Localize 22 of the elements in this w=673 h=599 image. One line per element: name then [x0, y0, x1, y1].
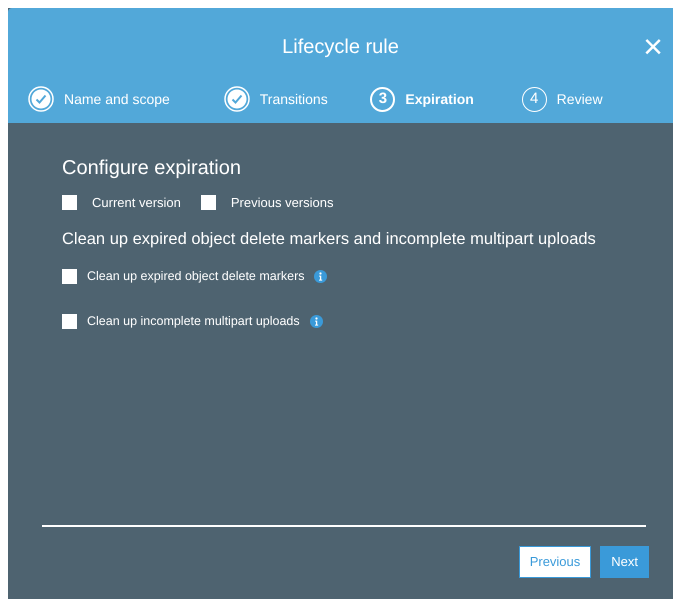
info-icon[interactable]	[314, 270, 328, 284]
checkbox-label: Current version	[92, 194, 181, 212]
next-button[interactable]: Next	[600, 546, 649, 578]
checkbox-label: Clean up incomplete multipart uploads	[87, 313, 300, 330]
step-number: 3	[370, 86, 396, 112]
dialog-title: Lifecycle rule	[282, 35, 399, 60]
info-icon[interactable]	[310, 314, 323, 328]
section-subtitle: Clean up expired object delete markers and incomplete multipart uploads	[62, 228, 597, 250]
checkbox[interactable]	[62, 269, 77, 284]
step-tab[interactable]: Transitions	[224, 86, 370, 112]
checkbox[interactable]	[62, 314, 77, 329]
step-number: 4	[522, 86, 547, 112]
section-title: Configure expiration	[62, 156, 242, 181]
checkbox[interactable]	[200, 195, 216, 210]
step-tab[interactable]: 4 Review	[522, 86, 673, 112]
step-tab[interactable]: 3 Expiration	[370, 86, 522, 112]
previous-button[interactable]: Previous	[518, 546, 592, 578]
step-tab[interactable]: Name and scope	[28, 86, 224, 112]
close-button[interactable]: ×	[643, 30, 663, 64]
checkbox-label: Previous versions	[230, 194, 334, 212]
checkbox-label: Clean up expired object delete markers	[87, 268, 304, 286]
checkbox[interactable]	[62, 195, 77, 210]
